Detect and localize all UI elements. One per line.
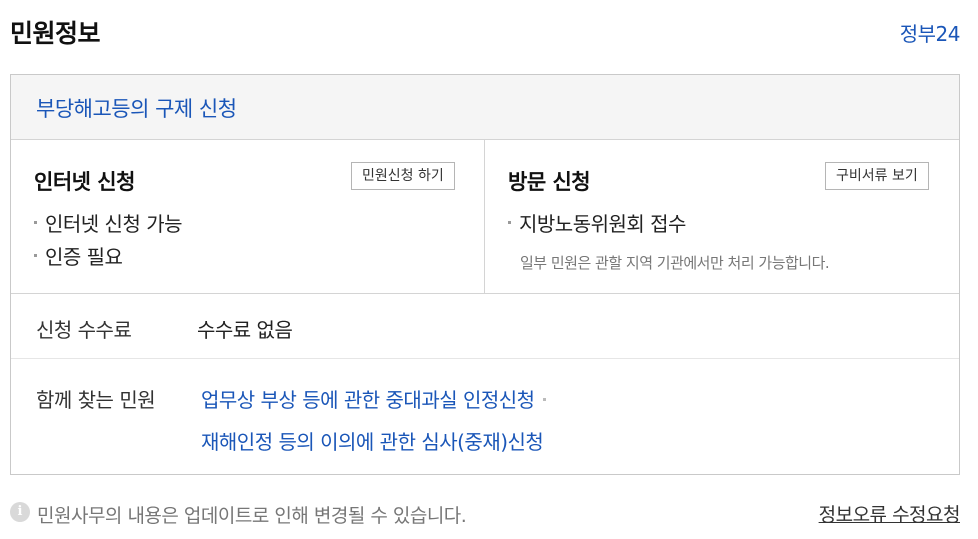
fee-value: 수수료 없음 [197,318,293,342]
update-notice: 민원사무의 내용은 업데이트로 인해 변경될 수 있습니다. [37,505,467,527]
related-link[interactable]: 재해인정 등의 이의에 관한 심사(중재)신청 [201,426,544,455]
gov24-link[interactable]: 정부24 [900,18,961,47]
internet-application-section: 인터넷 신청 민원신청 하기 인터넷 신청 가능 인증 필요 [11,140,485,293]
page-header: 민원정보 정부24 [10,14,961,50]
info-circle-icon: i [10,502,30,522]
separator-dot-icon [542,398,546,401]
bullet-icon [34,221,37,224]
list-item: 인터넷 신청 가능 [34,208,183,237]
visit-note: 일부 민원은 관할 지역 기관에서만 처리 가능합니다. [520,254,830,272]
related-services: 함께 찾는 민원 업무상 부상 등에 관한 중대과실 인정신청 재해인정 등의 … [11,360,959,474]
page-title: 민원정보 [10,19,101,48]
footer: i 민원사무의 내용은 업데이트로 인해 변경될 수 있습니다. 정보오류 수정… [10,500,961,530]
bullet-icon [508,221,511,224]
bullet-icon [34,254,37,257]
list-item-label: 인증 필요 [45,245,123,269]
internet-application-title: 인터넷 신청 [34,170,135,194]
list-item: 인증 필요 [34,241,123,270]
related-link[interactable]: 업무상 부상 등에 관한 중대과실 인정신청 [201,384,546,413]
list-item-label: 지방노동위원회 접수 [519,212,686,236]
fee-label: 신청 수수료 [36,318,132,342]
report-error-link[interactable]: 정보오류 수정요청 [819,500,961,527]
view-documents-button[interactable]: 구비서류 보기 [825,162,929,190]
fee-row: 신청 수수료 수수료 없음 [11,293,959,359]
list-item-label: 인터넷 신청 가능 [45,212,183,236]
related-link-label[interactable]: 업무상 부상 등에 관한 중대과실 인정신청 [201,388,535,412]
related-label: 함께 찾는 민원 [36,388,156,412]
apply-online-button[interactable]: 민원신청 하기 [351,162,455,190]
service-header: 부당해고등의 구제 신청 [11,75,959,140]
visit-application-title: 방문 신청 [508,170,591,194]
related-link-label[interactable]: 재해인정 등의 이의에 관한 심사(중재)신청 [201,430,544,454]
list-item: 지방노동위원회 접수 [508,208,686,237]
service-title[interactable]: 부당해고등의 구제 신청 [36,93,237,123]
service-card: 부당해고등의 구제 신청 인터넷 신청 민원신청 하기 인터넷 신청 가능 인증… [10,74,960,475]
visit-application-section: 방문 신청 구비서류 보기 지방노동위원회 접수 일부 민원은 관할 지역 기관… [485,140,959,293]
